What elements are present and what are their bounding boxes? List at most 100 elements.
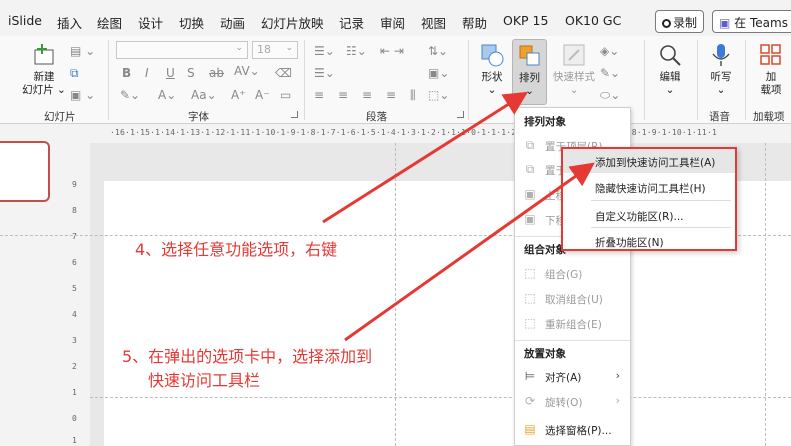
- vruler-tick: 2: [72, 362, 77, 371]
- font-launcher-icon[interactable]: [291, 111, 298, 118]
- shape-outline-icon[interactable]: ✎⌄: [600, 66, 620, 80]
- align-text-icon[interactable]: ▣⌄: [428, 66, 449, 80]
- vruler-tick: 8: [72, 206, 77, 215]
- add-to-quick-access-item[interactable]: 添加到快速访问工具栏(A): [563, 149, 735, 173]
- shape-label: 形状: [481, 71, 503, 83]
- annotation-step5-line2: 快速访问工具栏: [148, 371, 261, 390]
- change-case-icon[interactable]: Aa⌄: [191, 88, 217, 102]
- menu-section-group: 组合对象: [524, 244, 566, 256]
- quick-styles-label: 快速样式: [553, 71, 595, 83]
- columns-icon[interactable]: ⫼: [410, 88, 416, 103]
- shape-effects-icon[interactable]: ⬭⌄: [600, 88, 620, 103]
- tab-okp15[interactable]: OKP 15: [503, 13, 548, 28]
- dictate-label: 听写: [710, 71, 732, 83]
- align-center-icon[interactable]: ≡: [338, 88, 348, 102]
- arrange-label: 排列: [519, 72, 540, 84]
- align-right-icon[interactable]: ≡: [362, 88, 372, 102]
- divider: [745, 40, 746, 120]
- reset-icon[interactable]: ⧉: [70, 66, 79, 81]
- shrink-font-icon[interactable]: A⁻: [255, 88, 270, 102]
- annotation-step4: 4、选择任意功能选项，右键: [135, 240, 338, 259]
- menu-item-rotate[interactable]: ⟳ 旋转(O) ›: [519, 391, 628, 413]
- tab-help[interactable]: 帮助: [462, 13, 487, 32]
- shadow-icon[interactable]: S: [187, 66, 195, 80]
- tab-transitions[interactable]: 切换: [179, 13, 204, 32]
- underline-icon[interactable]: U: [166, 66, 175, 80]
- group-label-voice: 语音: [709, 111, 730, 123]
- character-icon[interactable]: ▭: [280, 88, 291, 102]
- hide-quick-access-item[interactable]: 隐藏快速访问工具栏(H): [563, 175, 735, 199]
- smartart-icon[interactable]: ⬚⌄: [428, 88, 449, 102]
- menu-section-position: 放置对象: [524, 348, 566, 360]
- align-left-icon[interactable]: ≡: [314, 88, 324, 102]
- slide-thumbnail[interactable]: [0, 141, 50, 202]
- addins-label1: 加: [765, 71, 777, 83]
- chevron-down-icon: ⌄: [285, 43, 293, 53]
- tab-insert[interactable]: 插入: [57, 13, 82, 32]
- highlight-icon[interactable]: ✎⌄: [120, 88, 140, 102]
- spacing-icon[interactable]: AV⌄: [234, 64, 260, 78]
- font-color-icon[interactable]: A⌄: [158, 88, 176, 102]
- shape-fill-icon[interactable]: ◈⌄: [600, 44, 619, 58]
- dictate-button[interactable]: 听写 ⌄: [703, 42, 739, 97]
- record-icon: [662, 19, 671, 28]
- clear-format-icon[interactable]: ⌫: [275, 66, 292, 80]
- tab-ok10gc[interactable]: OK10 GC: [565, 13, 621, 28]
- menu-item-regroup[interactable]: ⬚ 重新组合(E): [519, 313, 628, 335]
- menu-item-group[interactable]: ⬚ 组合(G): [519, 263, 628, 285]
- addins-icon: [760, 44, 781, 65]
- line-spacing-icon[interactable]: ☰⌄: [314, 66, 335, 80]
- indent-icon[interactable]: ⇤ ⇥: [380, 44, 404, 58]
- layout-icon[interactable]: ▤ ⌄: [70, 44, 95, 58]
- arrange-icon: [519, 45, 539, 66]
- edit-button[interactable]: 编辑 ⌄: [652, 42, 688, 97]
- tab-draw[interactable]: 绘图: [97, 13, 122, 32]
- menu-item-ungroup[interactable]: ⬚ 取消组合(U): [519, 288, 628, 310]
- tab-view[interactable]: 视图: [421, 13, 446, 32]
- group-icon: ⬚: [524, 266, 536, 280]
- bold-icon[interactable]: B: [122, 66, 131, 80]
- addins-label2: 载项: [760, 84, 782, 96]
- justify-icon[interactable]: ≡: [386, 88, 396, 102]
- customize-ribbon-item[interactable]: 自定义功能区(R)...: [563, 203, 735, 227]
- font-size-value: 18: [257, 43, 271, 56]
- new-slide-button[interactable]: 新建 幻灯片 ⌄: [22, 42, 66, 97]
- new-slide-label2-text: 幻灯片: [22, 84, 54, 96]
- divider: [644, 40, 645, 120]
- section-icon[interactable]: ▣ ⌄: [70, 88, 95, 102]
- addins-button[interactable]: 加 载项: [754, 42, 788, 97]
- chevron-down-icon: ⌄: [525, 85, 534, 97]
- collapse-ribbon-item[interactable]: 折叠功能区(N): [563, 229, 735, 253]
- bring-front-icon: ⧉: [525, 138, 535, 152]
- font-size-combo[interactable]: 18 ⌄: [252, 41, 298, 59]
- tab-islide[interactable]: iSlide: [8, 13, 42, 28]
- tab-animations[interactable]: 动画: [220, 13, 245, 32]
- arrange-button[interactable]: 排列 ⌄: [512, 39, 547, 105]
- strikethrough-icon[interactable]: ab: [209, 66, 224, 80]
- teams-button[interactable]: ▣ 在 Teams 中: [712, 10, 791, 33]
- italic-icon[interactable]: I: [145, 66, 149, 80]
- vruler-tick: 7: [72, 232, 77, 241]
- tab-design[interactable]: 设计: [138, 13, 163, 32]
- ribbon-context-menu: 添加到快速访问工具栏(A) 隐藏快速访问工具栏(H) 自定义功能区(R)... …: [561, 147, 737, 251]
- vruler-tick: 3: [72, 336, 77, 345]
- menu-item-selection-pane[interactable]: ▤ 选择窗格(P)...: [519, 419, 628, 441]
- grow-font-icon[interactable]: A⁺: [231, 88, 246, 102]
- record-button[interactable]: 录制: [655, 10, 704, 33]
- text-direction-icon[interactable]: ⇅⌄: [428, 44, 448, 58]
- tab-slideshow[interactable]: 幻灯片放映: [261, 13, 324, 32]
- bullets-icon[interactable]: ☰⌄: [314, 44, 335, 58]
- teams-label: 在 Teams 中: [734, 16, 791, 30]
- paragraph-launcher-icon[interactable]: [457, 111, 464, 118]
- menu-divider: [591, 200, 731, 201]
- menu-item-label: 选择窗格(P)...: [545, 425, 612, 437]
- numbering-icon[interactable]: ☷⌄: [346, 44, 367, 58]
- vruler-tick: 5: [72, 284, 77, 293]
- guide-line: [395, 143, 396, 446]
- quick-styles-button[interactable]: 快速样式 ⌄: [550, 42, 598, 97]
- tab-review[interactable]: 审阅: [380, 13, 405, 32]
- shape-button[interactable]: 形状 ⌄: [474, 42, 510, 97]
- menu-item-align[interactable]: ⊨ 对齐(A) ›: [519, 366, 628, 388]
- font-name-combo[interactable]: ⌄: [116, 41, 248, 59]
- tab-record[interactable]: 记录: [339, 13, 364, 32]
